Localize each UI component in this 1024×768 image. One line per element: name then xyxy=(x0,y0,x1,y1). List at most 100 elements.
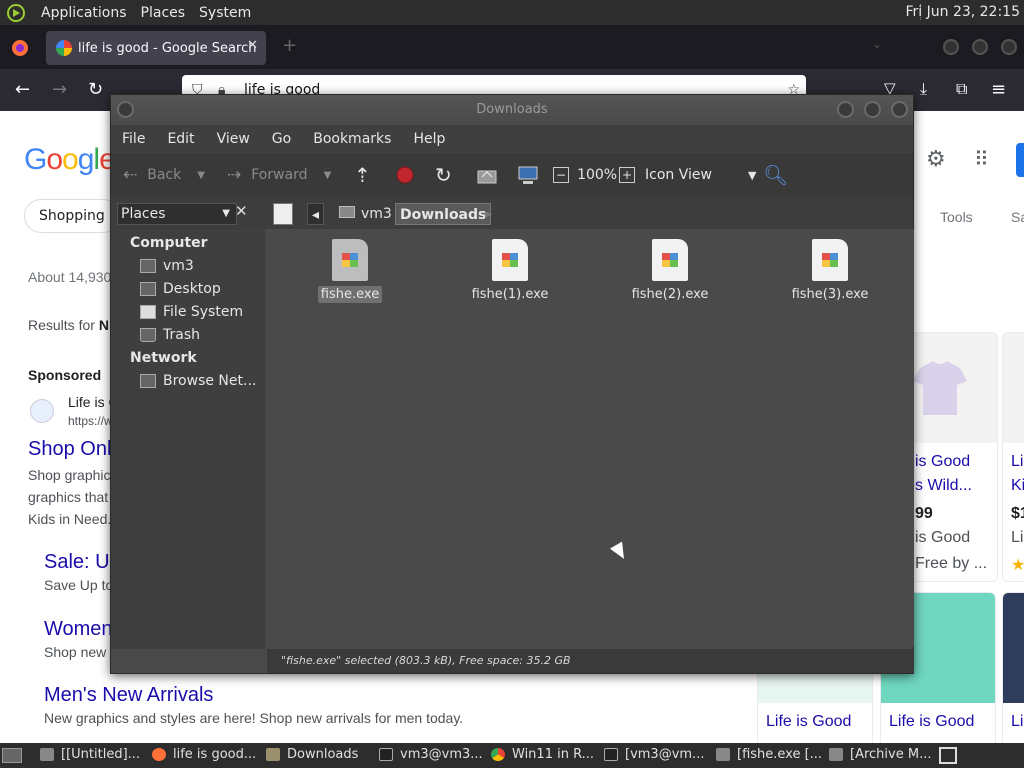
view-mode-select[interactable]: Icon View ▼ xyxy=(645,153,756,197)
ad-desc-line: graphics that xyxy=(28,489,109,505)
close-tab-icon[interactable]: ✕ xyxy=(247,38,258,53)
taskbar-item-downloads[interactable]: Downloads xyxy=(266,747,358,762)
breadcrumb-vm3[interactable]: vm3 xyxy=(335,203,396,225)
zoom-out-icon: − xyxy=(553,167,570,183)
home-button[interactable] xyxy=(477,153,497,197)
settings-gear-icon[interactable]: ⚙ xyxy=(926,147,946,172)
taskbar-item[interactable]: vm3@vm3... xyxy=(379,747,483,762)
menu-go[interactable]: Go xyxy=(272,131,291,147)
forward-arrow-icon[interactable]: → xyxy=(52,79,67,100)
sale-desc: Save Up to xyxy=(44,577,114,593)
back-dropdown-icon[interactable]: ▼ xyxy=(197,170,205,181)
product-card[interactable]: Li xyxy=(1002,592,1024,743)
menu-file[interactable]: File xyxy=(122,131,145,147)
menu-view[interactable]: View xyxy=(217,131,250,147)
safesearch-tab[interactable]: Sa xyxy=(1011,209,1024,225)
sidebar-item-vm3[interactable]: vm3 xyxy=(140,258,194,274)
sponsored-label: Sponsored xyxy=(28,367,102,383)
new-tab-icon[interactable]: + xyxy=(282,35,297,56)
window-menu-button[interactable] xyxy=(117,101,134,118)
home-folder-icon xyxy=(339,206,355,218)
firefox-menu-icon[interactable] xyxy=(11,39,29,57)
ad-url: https://w xyxy=(68,414,113,428)
system-menu[interactable]: System xyxy=(199,5,251,21)
window-titlebar[interactable]: Downloads xyxy=(111,95,913,125)
browser-tab[interactable]: life is good - Google Search ✕ xyxy=(46,31,266,65)
sidebar-item-desktop[interactable]: Desktop xyxy=(140,281,221,297)
forward-dropdown-icon[interactable]: ▼ xyxy=(324,170,332,181)
close-button[interactable] xyxy=(891,101,908,118)
sidebar-item-trash[interactable]: Trash xyxy=(140,327,200,343)
taskbar-item[interactable]: [[Untitled]... xyxy=(40,747,140,762)
forward-button[interactable]: ⇢ Forward ▼ xyxy=(227,153,331,197)
apps-grid-icon[interactable]: ⠿ xyxy=(974,147,989,171)
ad-title-link[interactable]: Shop Onl xyxy=(28,438,111,461)
edit-location-icon[interactable] xyxy=(273,203,293,225)
show-desktop-icon[interactable] xyxy=(2,748,22,763)
app-icon xyxy=(716,748,730,761)
women-sitelink[interactable]: Women xyxy=(44,618,113,641)
sign-in-button[interactable] xyxy=(1016,143,1024,177)
google-favicon-icon xyxy=(56,40,72,56)
applications-menu[interactable]: Applications xyxy=(41,5,127,21)
places-menu[interactable]: Places xyxy=(141,5,186,21)
back-button[interactable]: ⇠ Back ▼ xyxy=(123,153,205,197)
menu-edit[interactable]: Edit xyxy=(167,131,194,147)
file-item[interactable]: fishe(1).exe xyxy=(455,239,565,302)
up-button[interactable]: ⇡ xyxy=(354,153,371,197)
minimize-button[interactable] xyxy=(943,39,959,55)
workspace-switcher[interactable] xyxy=(939,747,957,764)
breadcrumb-downloads[interactable]: Downloads xyxy=(395,203,492,225)
reload-button[interactable]: ↻ xyxy=(435,153,452,197)
minimize-button[interactable] xyxy=(837,101,854,118)
menu-help[interactable]: Help xyxy=(413,131,445,147)
results-count: About 14,930 xyxy=(28,269,112,285)
clock[interactable]: Fri Jun 23, 22:15 xyxy=(905,4,1020,20)
stop-button[interactable] xyxy=(395,153,415,197)
file-item[interactable]: fishe.exe xyxy=(295,239,405,303)
tools-tab[interactable]: Tools xyxy=(940,209,973,225)
maximize-button[interactable] xyxy=(864,101,881,118)
tab-list-chevron-icon[interactable]: ⌄ xyxy=(872,37,882,51)
product-card[interactable]: Li Ki $1 Li ★ xyxy=(1002,332,1024,582)
menu-bookmarks[interactable]: Bookmarks xyxy=(313,131,391,147)
path-right-arrow-icon[interactable]: ▸ xyxy=(481,203,496,225)
location-bar: Places ▼ ✕ ◂ vm3 Downloads ▸ xyxy=(111,197,913,229)
product-shipping: Free by ... xyxy=(915,555,988,572)
path-left-arrow-icon[interactable]: ◂ xyxy=(307,203,325,225)
taskbar-item[interactable]: life is good... xyxy=(152,747,256,762)
file-label: fishe(3).exe xyxy=(791,287,869,302)
distro-logo-icon[interactable] xyxy=(6,3,28,23)
sidebar-item-filesystem[interactable]: File System xyxy=(140,304,243,320)
trash-icon xyxy=(140,328,156,342)
close-sidebar-icon[interactable]: ✕ xyxy=(235,202,248,220)
file-item[interactable]: fishe(3).exe xyxy=(775,239,885,302)
product-title: Life is Good xyxy=(766,713,852,730)
extensions-icon[interactable]: ⧉ xyxy=(956,79,967,99)
back-arrow-icon[interactable]: ← xyxy=(15,79,30,100)
zoom-in-button[interactable]: + xyxy=(619,153,636,197)
product-price: 99 xyxy=(915,505,933,522)
computer-button[interactable] xyxy=(517,153,539,197)
file-view[interactable]: fishe.exe fishe(1).exe fishe(2).exe fish… xyxy=(267,229,914,647)
men-sitelink[interactable]: Men's New Arrivals xyxy=(44,684,213,707)
google-logo[interactable]: Google xyxy=(24,143,116,177)
search-button[interactable]: 🔍︎ xyxy=(763,153,788,197)
hamburger-menu-icon[interactable]: ≡ xyxy=(991,79,1006,100)
taskbar-item[interactable]: [fishe.exe [... xyxy=(716,747,822,762)
sidebar-places-combo[interactable]: Places ▼ xyxy=(117,203,237,225)
taskbar-item[interactable]: Win11 in R... xyxy=(491,747,594,762)
taskbar-item[interactable]: [vm3@vm... xyxy=(604,747,704,762)
taskbar-item[interactable]: [Archive M... xyxy=(829,747,931,762)
close-window-button[interactable] xyxy=(1001,39,1017,55)
zoom-out-button[interactable]: −100% xyxy=(553,153,617,197)
reload-icon[interactable]: ↻ xyxy=(88,79,103,100)
men-desc: New graphics and styles are here! Shop n… xyxy=(44,710,464,726)
maximize-button[interactable] xyxy=(972,39,988,55)
sale-sitelink[interactable]: Sale: U xyxy=(44,551,110,574)
file-item[interactable]: fishe(2).exe xyxy=(615,239,725,302)
downloads-icon[interactable]: ⤓ xyxy=(920,79,927,99)
shopping-chip[interactable]: Shopping xyxy=(24,199,120,233)
product-seller: is Good xyxy=(915,529,971,546)
sidebar-item-browse-network[interactable]: Browse Net... xyxy=(140,373,256,389)
